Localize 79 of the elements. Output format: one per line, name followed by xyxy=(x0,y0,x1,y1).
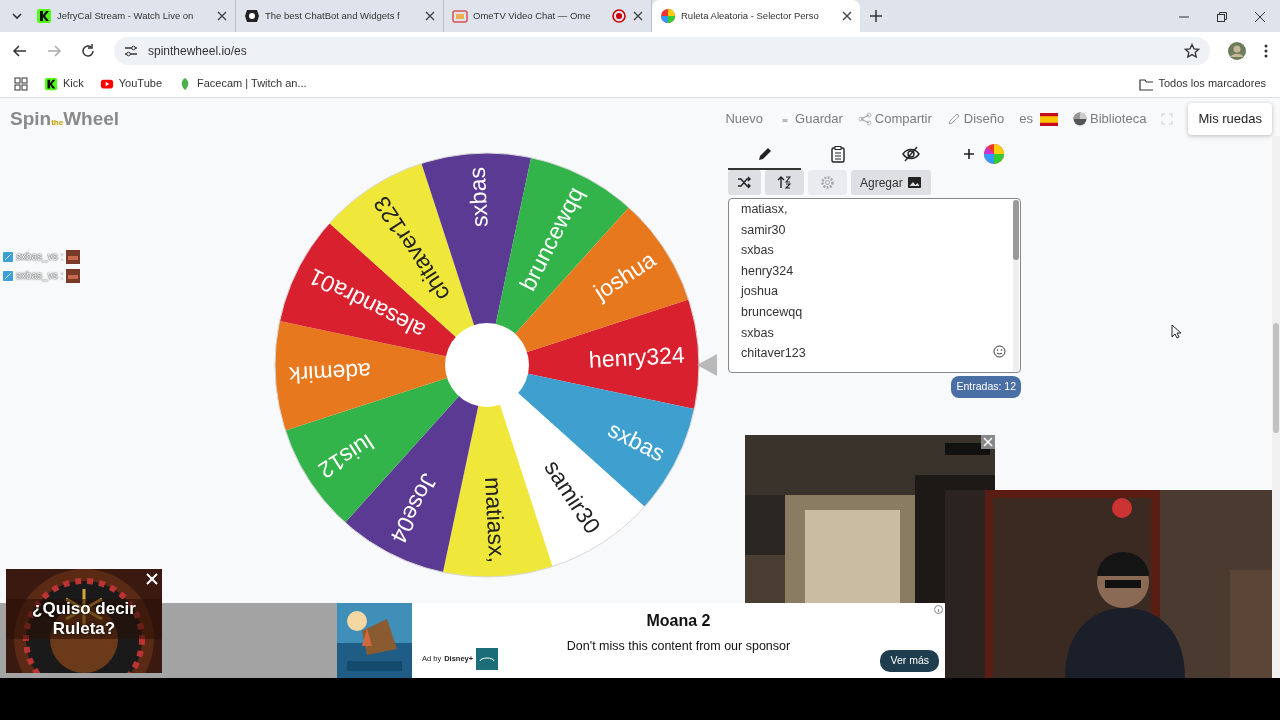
info-icon[interactable] xyxy=(934,605,943,614)
close-icon[interactable] xyxy=(840,9,854,23)
tool-button[interactable]: Agregar xyxy=(851,170,931,195)
close-icon[interactable] xyxy=(423,9,437,23)
bookmark-folder[interactable]: Todos los marcadores xyxy=(1139,75,1266,92)
segment-label: matiasx, xyxy=(479,476,511,564)
star-icon[interactable] xyxy=(1184,43,1200,59)
close-icon[interactable] xyxy=(1254,11,1266,23)
plus-icon xyxy=(963,149,974,159)
back-icon[interactable] xyxy=(12,43,28,59)
entry-text: henry324 xyxy=(741,262,794,280)
cursor-icon xyxy=(1171,324,1181,339)
chat-badge-icon xyxy=(3,251,13,262)
menu-icon[interactable] xyxy=(1264,43,1268,59)
entry-text: samir30 xyxy=(741,221,786,239)
chat-username: sxbas_vs : xyxy=(16,269,64,283)
entry-text: bruncewqq xyxy=(741,303,803,321)
pointer-icon xyxy=(697,354,717,376)
see-more-button[interactable]: Ver más xyxy=(880,650,939,672)
segment-label: ademirk xyxy=(288,358,372,389)
bookmark[interactable]: YouTube xyxy=(99,75,162,92)
close-icon[interactable] xyxy=(631,9,645,23)
sort-icon xyxy=(777,175,792,190)
segment-label: sxbas xyxy=(603,416,670,467)
gear-icon xyxy=(820,175,835,190)
emote-icon xyxy=(66,268,81,283)
ad-title: Moana 2 xyxy=(646,611,711,631)
reload-icon[interactable] xyxy=(80,43,96,59)
nav-link[interactable]: es xyxy=(1019,109,1059,129)
ad-headline: ¿Quiso decir Ruleta? xyxy=(6,599,162,639)
entry-text: sxbas xyxy=(741,242,774,260)
entries-field[interactable]: matiasx, samir30 sxbas henry324 joshua bruncewqq sxbas chitaver123 xyxy=(728,198,1021,373)
emote-icon xyxy=(66,249,81,264)
image-icon xyxy=(906,175,922,190)
entry-text: joshua xyxy=(741,283,778,301)
ad-subtitle: Don't miss this content from our sponsor xyxy=(566,638,791,655)
wheel-hub[interactable] xyxy=(445,323,529,407)
tv-icon xyxy=(452,8,468,24)
pencil-icon xyxy=(946,112,961,126)
nav-link[interactable]: Diseño xyxy=(946,109,1005,129)
color-wheel-icon xyxy=(983,144,1004,164)
smiley-icon[interactable] xyxy=(993,345,1006,358)
entry-count-badge: Entradas: 12 xyxy=(951,376,1021,398)
kick-icon xyxy=(44,76,58,91)
bookmark[interactable]: Facecam | Twitch an... xyxy=(178,75,307,92)
entry-text: matiasx, xyxy=(741,201,788,218)
shuffle-icon xyxy=(737,175,752,190)
nav-link[interactable]: Guardar xyxy=(778,109,843,129)
color-wheel-icon xyxy=(660,8,676,24)
eye-slash-icon xyxy=(901,145,920,163)
entry-text: chitaver123 xyxy=(741,345,806,363)
avatar-icon[interactable] xyxy=(1228,42,1246,60)
my-wheels-button[interactable]: Mis ruedas xyxy=(1188,103,1272,135)
chat-badge-icon xyxy=(3,270,13,281)
flag-icon xyxy=(1040,112,1059,126)
address-bar[interactable]: spinthewheel.io/es xyxy=(114,37,1210,65)
folder-icon xyxy=(1139,76,1154,91)
scrollbar[interactable] xyxy=(1272,136,1280,678)
nav-link[interactable]: Nuevo xyxy=(725,109,764,129)
clipboard-icon xyxy=(828,145,847,163)
share-icon xyxy=(857,112,872,126)
segment-label: sxbas xyxy=(463,166,493,228)
tool-button[interactable] xyxy=(728,170,761,195)
restore-icon[interactable] xyxy=(1216,11,1228,23)
browser-tab[interactable]: Ruleta Aleatoria - Selector Perso xyxy=(652,0,860,32)
nav-link[interactable]: Biblioteca xyxy=(1073,109,1147,129)
chat-username: sxbas_vs : xyxy=(16,250,64,264)
bookmark[interactable]: Kick xyxy=(44,75,84,92)
site-info-icon[interactable] xyxy=(124,44,138,58)
scrollbar[interactable] xyxy=(1013,200,1019,371)
apps-icon[interactable] xyxy=(14,76,28,91)
segment-label: henry324 xyxy=(588,341,686,373)
close-icon[interactable] xyxy=(215,9,229,23)
entry-text: sxbas xyxy=(741,324,774,342)
tool-button[interactable] xyxy=(765,170,804,195)
brand-logo-icon xyxy=(476,648,499,670)
nav-link[interactable]: Compartir xyxy=(857,109,932,129)
new-tab-icon[interactable] xyxy=(868,8,884,24)
kick-icon xyxy=(36,8,52,24)
